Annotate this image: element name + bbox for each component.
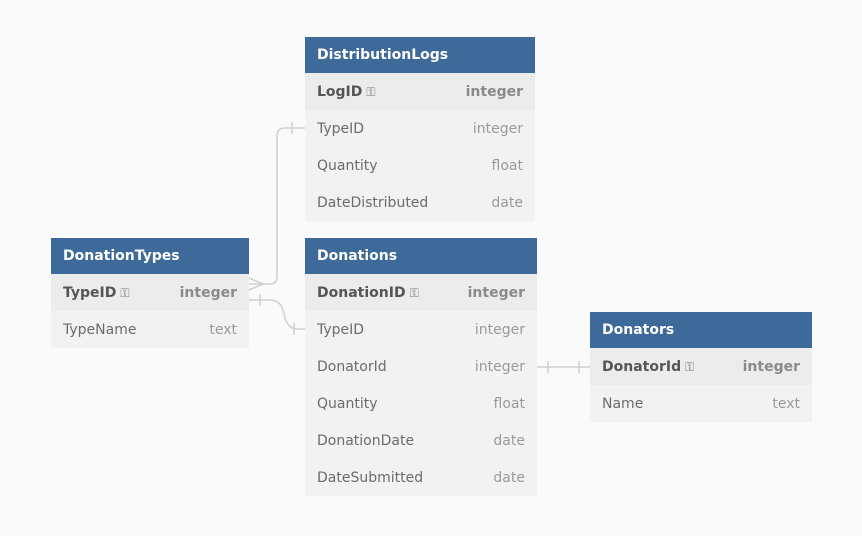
column-name-wrap: DonationID ⚿ — [317, 285, 419, 301]
table-column-row[interactable]: DateDistributed date — [305, 184, 535, 221]
column-type: integer — [467, 284, 525, 301]
column-name-wrap: DonatorId ⚿ — [602, 359, 694, 375]
column-name: DonationDate — [317, 432, 415, 449]
table-header[interactable]: DistributionLogs — [305, 37, 535, 73]
column-name-wrap: DateSubmitted — [317, 470, 423, 486]
column-name: TypeID — [63, 284, 117, 301]
table-column-row[interactable]: DonationID ⚿ integer — [305, 274, 537, 311]
key-icon: ⚿ — [409, 285, 419, 300]
column-name: Quantity — [317, 157, 378, 174]
table-distributionlogs[interactable]: DistributionLogs LogID ⚿ integer TypeID integ… — [305, 37, 535, 221]
column-type: integer — [474, 321, 525, 338]
table-column-row[interactable]: DonatorId integer — [305, 348, 537, 385]
table-column-row[interactable]: DonatorId ⚿ integer — [590, 348, 812, 385]
column-type: integer — [474, 358, 525, 375]
column-type: integer — [472, 120, 523, 137]
column-type: date — [493, 469, 525, 486]
table-donations[interactable]: Donations DonationID ⚿ integer TypeID integer… — [305, 238, 537, 496]
table-column-row[interactable]: TypeID integer — [305, 110, 535, 147]
key-icon: ⚿ — [366, 84, 376, 99]
column-name: TypeID — [317, 321, 365, 338]
column-name-wrap: DonationDate — [317, 433, 414, 449]
column-name-wrap: TypeName — [63, 322, 136, 338]
relation-types-donations — [249, 299, 305, 330]
column-name-wrap: LogID ⚿ — [317, 84, 376, 100]
column-name-wrap: Quantity — [317, 158, 378, 174]
column-type: text — [209, 321, 237, 338]
table-column-row[interactable]: Quantity float — [305, 147, 535, 184]
column-name-wrap: Name — [602, 396, 643, 412]
column-name-wrap: TypeID — [317, 322, 364, 338]
table-column-row[interactable]: TypeID integer — [305, 311, 537, 348]
column-type: integer — [465, 83, 523, 100]
column-name: Name — [602, 395, 644, 412]
table-column-row[interactable]: DonationDate date — [305, 422, 537, 459]
column-name: DonatorId — [317, 358, 387, 375]
table-donators[interactable]: Donators DonatorId ⚿ integer Name text — [590, 312, 812, 422]
table-header[interactable]: Donators — [590, 312, 812, 348]
table-column-row[interactable]: TypeID ⚿ integer — [51, 274, 249, 311]
table-column-row[interactable]: LogID ⚿ integer — [305, 73, 535, 110]
column-name: LogID — [317, 83, 363, 100]
table-column-row[interactable]: TypeName text — [51, 311, 249, 348]
column-name: DonationID — [317, 284, 406, 301]
column-name-wrap: Quantity — [317, 396, 378, 412]
column-type: date — [491, 194, 523, 211]
column-type: text — [772, 395, 800, 412]
table-header[interactable]: Donations — [305, 238, 537, 274]
column-type: integer — [179, 284, 237, 301]
column-name: Quantity — [317, 395, 378, 412]
column-name: DateSubmitted — [317, 469, 424, 486]
column-name: DateDistributed — [317, 194, 429, 211]
column-name: TypeName — [63, 321, 137, 338]
table-column-row[interactable]: Quantity float — [305, 385, 537, 422]
table-column-row[interactable]: DateSubmitted date — [305, 459, 537, 496]
column-name-wrap: DonatorId — [317, 359, 387, 375]
table-column-row[interactable]: Name text — [590, 385, 812, 422]
table-header[interactable]: DonationTypes — [51, 238, 249, 274]
column-name-wrap: TypeID — [317, 121, 364, 137]
column-type: integer — [742, 358, 800, 375]
column-name: DonatorId — [602, 358, 682, 375]
column-type: float — [491, 157, 523, 174]
relation-types-distributionlogs — [249, 127, 305, 285]
table-donationtypes[interactable]: DonationTypes TypeID ⚿ integer TypeName text — [51, 238, 249, 348]
key-icon: ⚿ — [120, 285, 130, 300]
column-type: float — [493, 395, 525, 412]
column-name: TypeID — [317, 120, 365, 137]
column-name-wrap: DateDistributed — [317, 195, 428, 211]
column-type: date — [493, 432, 525, 449]
key-icon: ⚿ — [685, 359, 695, 374]
column-name-wrap: TypeID ⚿ — [63, 285, 130, 301]
